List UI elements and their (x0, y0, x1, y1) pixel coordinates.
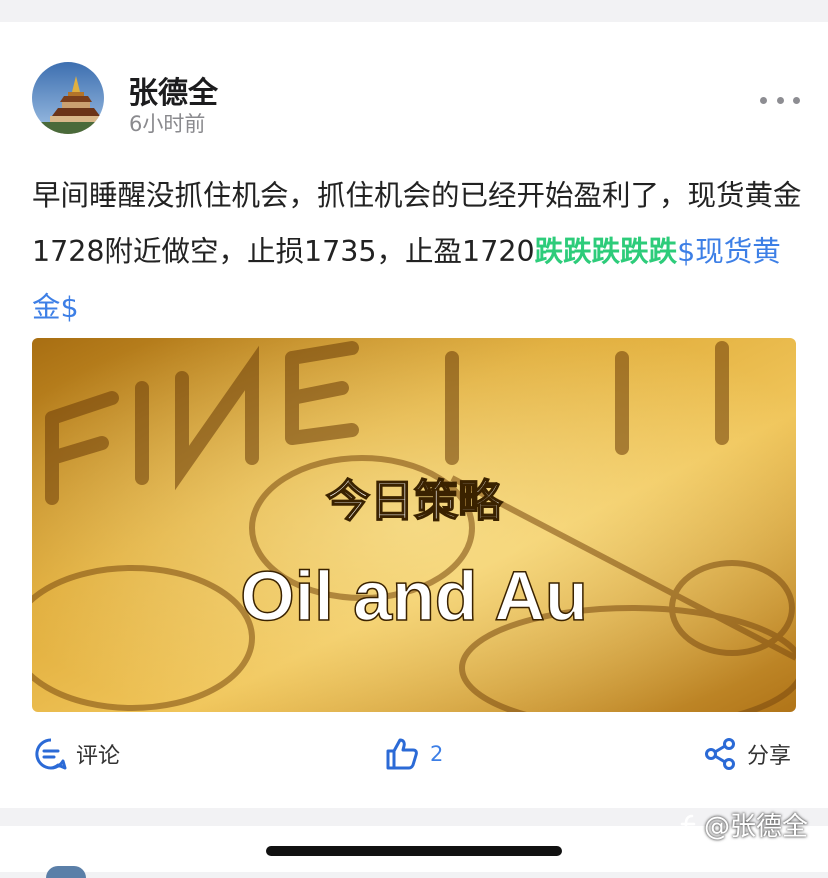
post-image[interactable]: 今日策略 Oil and Au (32, 338, 796, 712)
author-name[interactable]: 张德全 (128, 68, 218, 112)
post-card: 张德全 6小时前 早间睡醒没抓住机会，抓住机会的已经开始盈利了，现货黄金1728… (0, 22, 828, 808)
avatar[interactable] (32, 62, 104, 134)
share-button[interactable]: 分享 (703, 734, 791, 774)
comment-label: 评论 (76, 744, 121, 769)
home-indicator[interactable] (266, 846, 562, 856)
post-time: 6小时前 (129, 112, 206, 136)
like-count: 2 (430, 742, 444, 766)
like-button[interactable]: 2 (384, 734, 443, 774)
comment-button[interactable]: 评论 (34, 734, 120, 774)
comment-icon (35, 738, 67, 770)
image-overlay-title: 今日策略 (326, 476, 503, 527)
post-body: 早间睡醒没抓住机会，抓住机会的已经开始盈利了，现货黄金1728附近做空，止损17… (32, 168, 802, 336)
emoji-text: 跌跌跌跌跌 (534, 235, 678, 268)
more-options-icon[interactable] (760, 92, 800, 108)
watermark-text: @张德全 (704, 812, 809, 842)
share-label: 分享 (747, 744, 792, 769)
thumbs-up-icon (386, 738, 418, 770)
next-post-avatar[interactable] (46, 866, 86, 878)
share-icon (705, 738, 735, 770)
top-separator (0, 0, 828, 22)
watermark: @张德全 (676, 806, 808, 843)
image-overlay-subtitle: Oil and Au (240, 557, 587, 635)
app-logo-icon (680, 814, 696, 838)
action-bar: 评论 2 分享 (0, 734, 828, 784)
